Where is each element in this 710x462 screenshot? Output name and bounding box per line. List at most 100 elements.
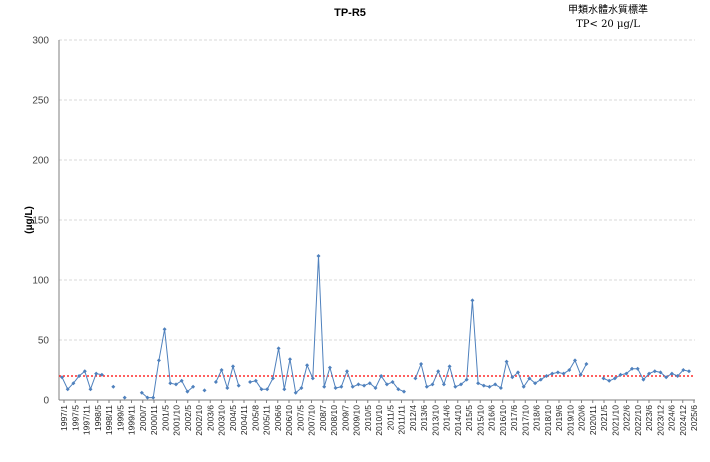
data-point [168,381,173,386]
x-tick-label: 2017/10 [520,405,530,436]
data-point [487,384,492,389]
y-tick-labels: 0 50 100 150 200 250 300 [32,36,49,407]
data-point [213,380,218,384]
data-point [88,387,93,392]
x-tick-label: 2006/10 [284,405,294,436]
x-tick-label: 1997/11 [82,405,92,435]
data-point [687,369,691,374]
y-tick-label: 100 [32,276,49,287]
x-tick-label: 2007/10 [307,405,317,436]
x-tick-label: 2021/10 [610,405,620,436]
data-point [413,376,418,381]
data-point [231,364,235,369]
series-line-segment [215,364,240,390]
standard-line-2: TP< 20 μg/L [576,19,640,30]
x-tick-label: 2020/11 [588,405,598,435]
data-point [652,369,657,374]
data-point [470,298,475,303]
data-point [111,384,116,389]
x-tick-label: 2011/5 [385,405,395,431]
x-tick-label: 2023/12 [655,405,665,436]
x-tick-label: 2016/10 [498,405,508,436]
grid [59,39,695,341]
x-tick-label: 2004/5 [228,405,238,431]
data-point [350,384,355,389]
data-point [601,376,606,381]
data-point [122,395,127,400]
x-tick-label: 2017/6 [509,405,519,431]
data-point [202,388,207,393]
x-tick-label: 1998/11 [104,405,114,435]
data-point [236,383,241,388]
data-point [584,362,589,366]
data-point [424,384,429,389]
x-tick-label: 2012/4 [408,405,418,431]
data-point [441,382,446,387]
x-tick-label: 2020/6 [577,405,587,431]
data-point [481,383,486,388]
x-tick-label: 2024/12 [678,405,688,436]
x-tick-label: 2022/6 [622,405,632,431]
x-tick-label: 2023/6 [644,405,654,431]
data-point [276,346,281,351]
axes [58,40,695,403]
chart: TP-R5 甲類水體水質標準 TP< 20 μg/L (μg/L) 050100… [24,3,699,436]
data-point [219,368,224,372]
x-tick-label: 2015/5 [464,405,474,431]
y-tick-label: 300 [32,36,49,47]
data-point [322,384,327,389]
series-line-segment [249,255,405,394]
data-point [555,370,560,375]
data-point [94,371,99,376]
data-point [288,357,292,362]
data-point [316,254,321,258]
x-tick-labels: 1997/1 1997/5 1997/11 1998/5 1998/11 1999/5 19… [59,405,699,436]
data-point [419,362,424,366]
data-point [327,365,332,370]
x-tick-label: 2003/10 [217,405,227,436]
data-point [550,371,555,376]
data-point [265,387,270,392]
standard-line-1: 甲類水體水質標準 [568,3,648,16]
x-tick-label: 2001/10 [172,405,182,436]
data-point [476,381,481,386]
x-tick-label: 2005/8 [250,405,260,431]
series-line-segment [603,368,690,382]
x-tick-label: 2003/6 [205,405,215,431]
data-point [447,364,452,369]
data-point [248,380,253,384]
x-tick-label: 2002/5 [183,405,193,431]
x-tick-label: 2019/6 [554,405,564,431]
y-tick-label: 200 [32,156,49,167]
x-tick-label: 1999/11 [127,405,137,435]
series-line-segment [414,300,587,389]
chart-title: TP-R5 [334,7,366,19]
x-tick-label: 1999/5 [115,405,125,431]
data-point [402,389,406,394]
y-tick-label: 250 [32,96,49,107]
data-point [362,383,367,388]
x-tick-label: 2010/5 [363,405,373,431]
x-tick-label: 2018/10 [543,405,553,436]
data-point [345,369,349,374]
x-tick-label: 2021/5 [599,405,609,431]
x-tick-label: 2007/5 [295,405,305,431]
data-point [162,327,167,332]
x-tick-label: 2008/7 [318,405,328,431]
data-point [310,376,315,381]
data-point [151,395,156,400]
data-point [453,384,458,389]
x-tick-label: 1997/5 [70,405,80,431]
y-tick-label: 150 [32,216,49,227]
x-tick-label: 2025/6 [689,405,699,431]
data-point [356,382,361,387]
data-point [282,387,287,392]
x-tick-label: 2005/11 [262,405,272,435]
data-points [60,254,691,400]
data-point [225,386,230,390]
data-point [430,382,435,387]
data-point [305,363,310,368]
x-tick-label: 1997/1 [59,405,69,431]
x-tick-label: 2008/10 [329,405,339,436]
data-point [607,378,612,383]
